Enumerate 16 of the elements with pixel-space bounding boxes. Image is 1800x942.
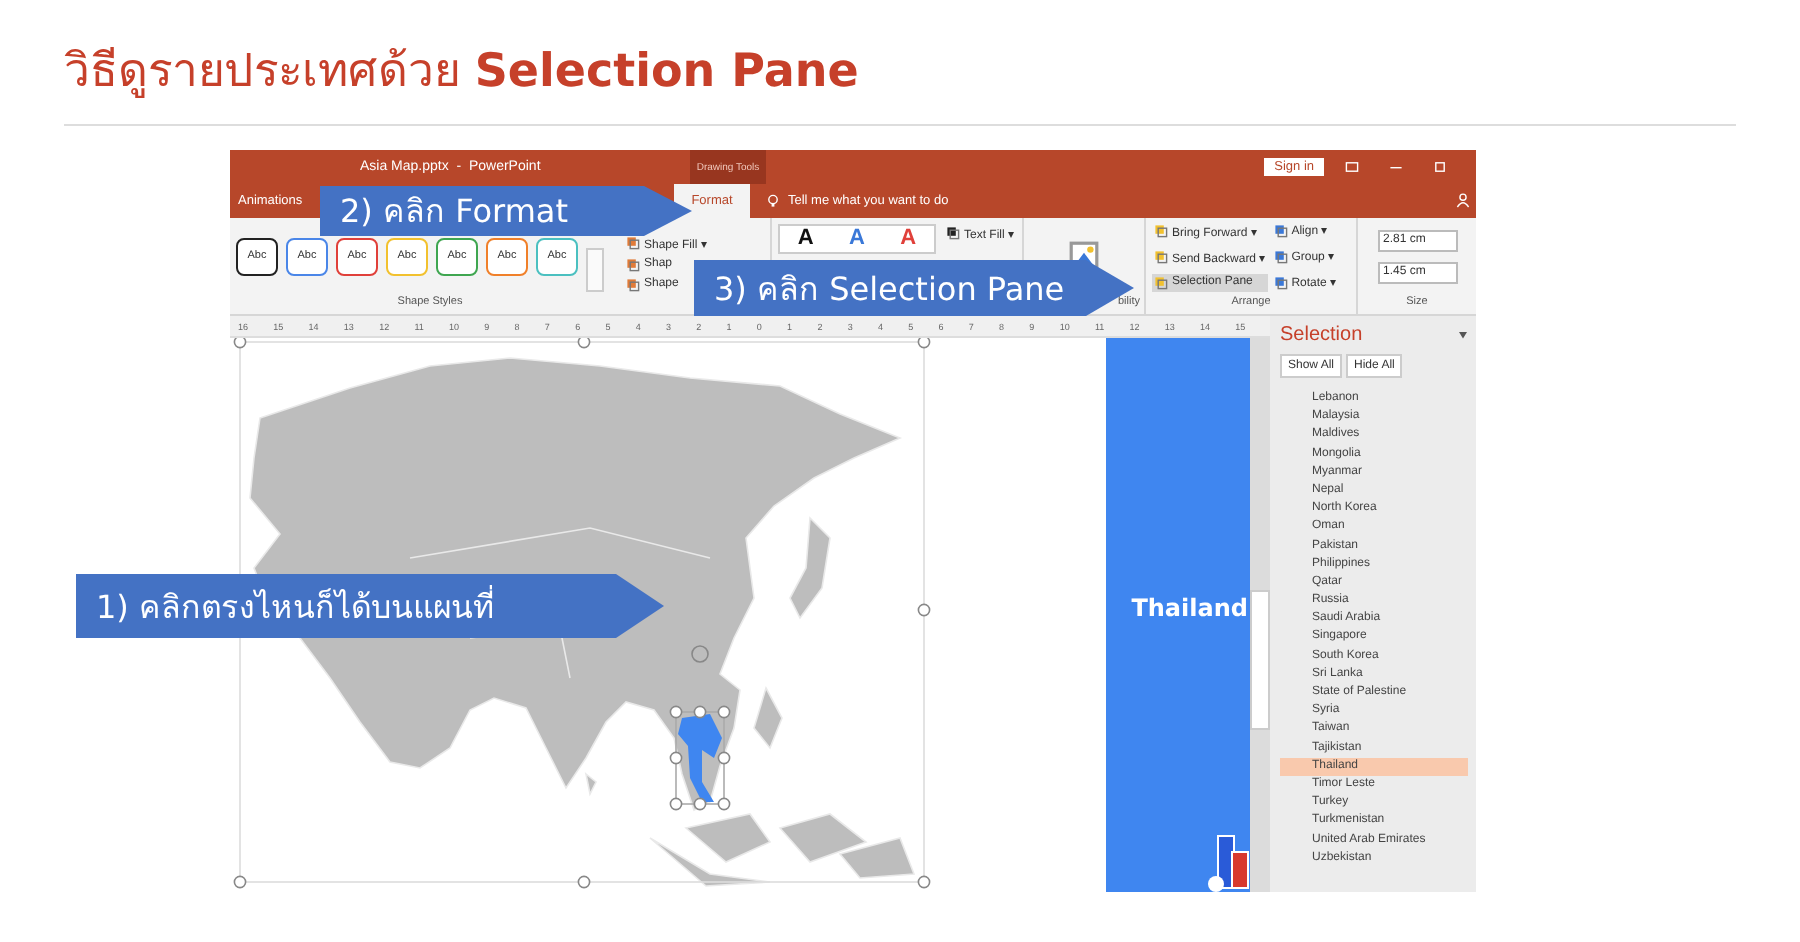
banner-title: Thailand [1131, 594, 1250, 622]
lightbulb-icon [766, 191, 780, 210]
slide-heading: วิธีดูรายประเทศด้วย Selection Pane [64, 44, 859, 102]
command-icon [945, 226, 960, 240]
wordart-style[interactable]: A [849, 227, 865, 249]
wordart-style[interactable]: A [900, 227, 917, 249]
wordart-gallery[interactable]: A A A [778, 223, 936, 253]
buildings-icon [1206, 832, 1250, 892]
person-icon [1456, 192, 1470, 209]
pane-title: Selection [1280, 324, 1363, 346]
ribbon-display-icon [1344, 160, 1360, 174]
wordart-style[interactable]: A [797, 227, 814, 249]
scroll-bar[interactable] [1250, 338, 1270, 892]
dropdown-icon [1458, 331, 1468, 339]
country-highlight-shape[interactable] [678, 714, 722, 802]
restore-icon [1432, 160, 1448, 174]
